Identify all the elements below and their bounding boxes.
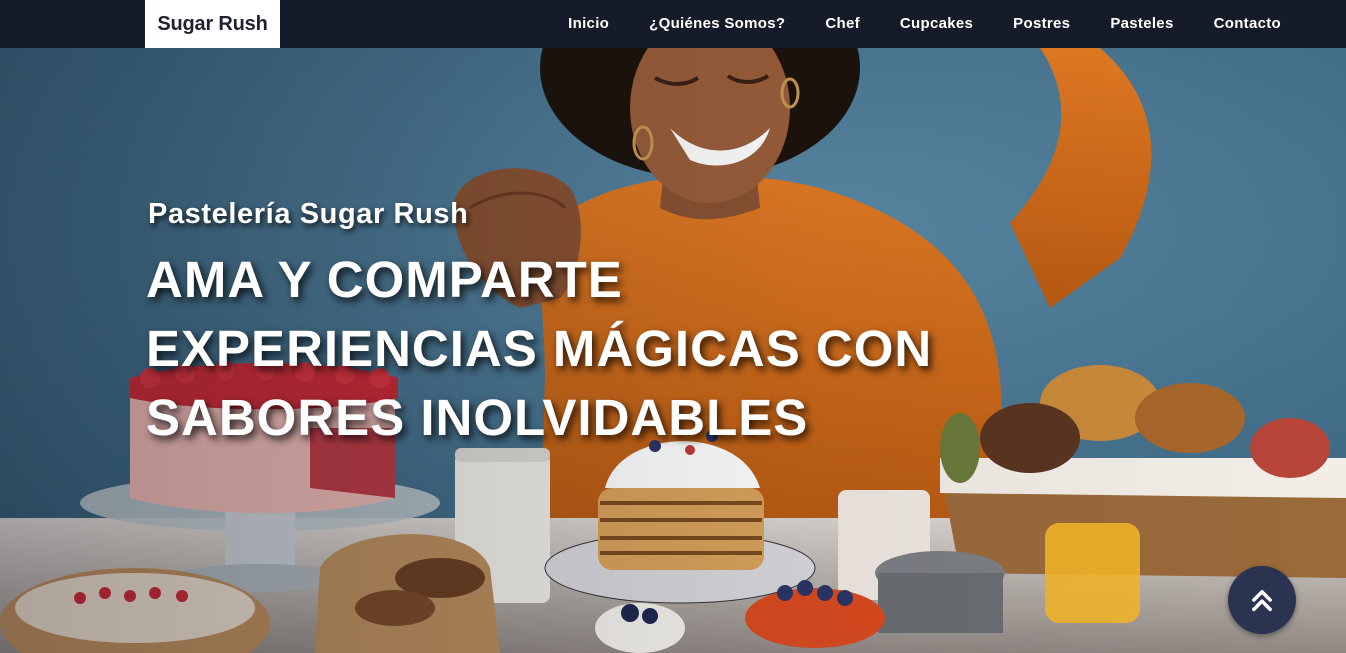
hero-section: Pastelería Sugar Rush AMA Y COMPARTE EXP… [0, 48, 1346, 653]
nav-item-contacto: Contacto [1214, 15, 1281, 33]
nav-link-pasteles[interactable]: Pasteles [1110, 15, 1173, 32]
nav-item-postres: Postres [1013, 15, 1070, 33]
nav-item-inicio: Inicio [568, 15, 609, 33]
brand-logo[interactable]: Sugar Rush [145, 0, 280, 48]
nav-item-chef: Chef [825, 15, 860, 33]
nav-link-postres[interactable]: Postres [1013, 15, 1070, 32]
nav-item-pasteles: Pasteles [1110, 15, 1173, 33]
nav-item-cupcakes: Cupcakes [900, 15, 973, 33]
hero-text-block: Pastelería Sugar Rush AMA Y COMPARTE EXP… [146, 198, 1046, 452]
nav-link-cupcakes[interactable]: Cupcakes [900, 15, 973, 32]
hero-subtitle: Pastelería Sugar Rush [148, 198, 469, 230]
nav-item-quienes-somos: ¿Quiénes Somos? [649, 15, 785, 33]
nav-link-contacto[interactable]: Contacto [1214, 15, 1281, 32]
nav-link-inicio[interactable]: Inicio [568, 15, 609, 32]
scroll-to-top-button[interactable] [1228, 566, 1296, 634]
navbar: Sugar Rush Inicio ¿Quiénes Somos? Chef C… [0, 0, 1346, 48]
nav-link-chef[interactable]: Chef [825, 15, 860, 32]
hero-headline: AMA Y COMPARTE EXPERIENCIAS MÁGICAS CON … [146, 251, 933, 446]
nav-menu: Inicio ¿Quiénes Somos? Chef Cupcakes Pos… [568, 0, 1281, 48]
nav-link-quienes-somos[interactable]: ¿Quiénes Somos? [649, 15, 785, 32]
double-chevron-up-icon [1252, 590, 1272, 612]
